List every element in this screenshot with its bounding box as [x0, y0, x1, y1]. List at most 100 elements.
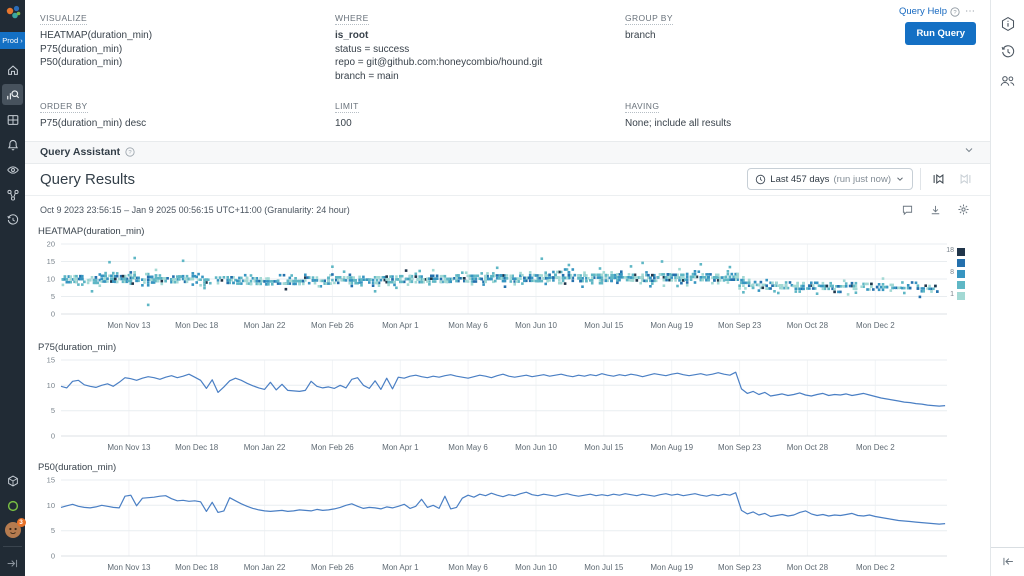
svg-text:Mon Jul 15: Mon Jul 15 [584, 563, 624, 572]
query-back-icon[interactable] [928, 169, 948, 189]
visualize-item[interactable]: HEATMAP(duration_min) [40, 29, 335, 43]
page-title: Query Results [40, 171, 135, 188]
p75-plot[interactable]: 051015Mon Nov 13Mon Dec 18Mon Jan 22Mon … [33, 354, 990, 456]
svg-text:15: 15 [47, 476, 55, 485]
visualize-item[interactable]: P50(duration_min) [40, 56, 335, 70]
svg-text:Mon Jan 22: Mon Jan 22 [244, 443, 286, 452]
group-by-clause[interactable]: GROUP BY branch [625, 8, 974, 83]
chart-title: P50(duration_min) [38, 462, 990, 473]
svg-text:18: 18 [946, 247, 954, 254]
svg-text:Mon Nov 13: Mon Nov 13 [107, 321, 151, 330]
gear-icon[interactable] [957, 203, 970, 216]
svg-text:Mon Apr 1: Mon Apr 1 [382, 563, 419, 572]
svg-text:Mon Sep 23: Mon Sep 23 [718, 563, 762, 572]
svg-text:Mon Feb 26: Mon Feb 26 [311, 443, 354, 452]
run-query-button[interactable]: Run Query [905, 22, 976, 45]
honeycomb-logo-icon[interactable] [0, 0, 25, 26]
where-label: WHERE [335, 13, 369, 25]
svg-text:Mon Sep 23: Mon Sep 23 [718, 321, 762, 330]
svg-text:20: 20 [47, 240, 55, 249]
clock-icon [755, 174, 766, 185]
svg-text:10: 10 [47, 381, 55, 390]
query-assistant-label: Query Assistant [40, 146, 120, 158]
main-content: VISUALIZE HEATMAP(duration_min) P75(dura… [25, 0, 990, 576]
time-range-note: (run just now) [833, 174, 891, 185]
time-range-label: Last 457 days [770, 174, 829, 185]
where-item[interactable]: is_root [335, 29, 625, 43]
sidebar-item-history[interactable] [2, 209, 23, 230]
chevron-down-icon[interactable] [963, 143, 975, 161]
team-icon[interactable] [997, 69, 1019, 91]
sidebar-item-alerts[interactable] [2, 134, 23, 155]
limit-label: LIMIT [335, 101, 359, 113]
status-ring-icon[interactable] [2, 495, 23, 516]
svg-text:Mon Oct 28: Mon Oct 28 [787, 443, 829, 452]
where-clause[interactable]: WHERE is_root status = success repo = gi… [335, 8, 625, 83]
svg-text:Mon Dec 18: Mon Dec 18 [175, 443, 219, 452]
query-history-icon[interactable] [997, 41, 1019, 63]
sidebar-item-packages[interactable] [2, 470, 23, 491]
help-circle-icon: ? [125, 147, 135, 157]
time-range-selector[interactable]: Last 457 days (run just now) [747, 168, 913, 190]
query-forward-icon[interactable] [955, 169, 975, 189]
collapse-panel-icon[interactable] [997, 551, 1019, 573]
environment-selector[interactable]: Prod › [0, 32, 25, 49]
p50-line-chart[interactable]: P50(duration_min) 051015Mon Nov 13Mon De… [33, 462, 990, 576]
where-item[interactable]: branch = main [335, 70, 625, 84]
svg-text:Mon Feb 26: Mon Feb 26 [311, 321, 354, 330]
svg-text:Mon Dec 2: Mon Dec 2 [856, 563, 895, 572]
visualize-label: VISUALIZE [40, 13, 87, 25]
heatmap-plot[interactable]: 05101520Mon Nov 13Mon Dec 18Mon Jan 22Mo… [33, 238, 990, 336]
app-window: Prod › [0, 0, 1024, 576]
svg-text:Mon Jul 15: Mon Jul 15 [584, 321, 624, 330]
p75-line-chart[interactable]: P75(duration_min) 051015Mon Nov 13Mon De… [33, 342, 990, 456]
chart-title: P75(duration_min) [38, 342, 990, 353]
limit-item[interactable]: 100 [335, 117, 625, 131]
right-panel-rail [990, 0, 1024, 576]
sidebar-item-boards[interactable] [2, 109, 23, 130]
sidebar-item-query[interactable] [2, 84, 23, 105]
order-by-clause[interactable]: ORDER BY P75(duration_min) desc [40, 96, 335, 131]
sidebar-item-home[interactable] [2, 59, 23, 80]
svg-text:Mon Nov 13: Mon Nov 13 [107, 563, 151, 572]
svg-text:Mon Oct 28: Mon Oct 28 [787, 563, 829, 572]
download-icon[interactable] [929, 204, 942, 216]
order-by-label: ORDER BY [40, 101, 88, 113]
svg-text:15: 15 [47, 257, 55, 266]
help-circle-icon: ? [950, 7, 960, 17]
query-builder: VISUALIZE HEATMAP(duration_min) P75(dura… [25, 0, 990, 141]
svg-text:8: 8 [950, 269, 954, 276]
svg-text:Mon Aug 19: Mon Aug 19 [650, 563, 693, 572]
overflow-menu-icon[interactable]: ⋯ [965, 6, 976, 17]
svg-text:Mon Aug 19: Mon Aug 19 [650, 321, 693, 330]
heatmap-chart[interactable]: HEATMAP(duration_min) 05101520Mon Nov 13… [33, 226, 990, 336]
visualize-item[interactable]: P75(duration_min) [40, 43, 335, 57]
collapse-rail-icon[interactable] [2, 553, 23, 574]
svg-text:0: 0 [51, 432, 55, 441]
sidebar-item-connections[interactable] [2, 184, 23, 205]
svg-text:Mon Jun 10: Mon Jun 10 [515, 563, 557, 572]
order-by-item[interactable]: P75(duration_min) desc [40, 117, 335, 131]
comment-icon[interactable] [901, 204, 914, 216]
svg-text:Mon Dec 18: Mon Dec 18 [175, 321, 219, 330]
having-clause[interactable]: HAVING None; include all results [625, 96, 974, 131]
svg-text:5: 5 [51, 526, 55, 535]
having-label: HAVING [625, 101, 659, 113]
having-item[interactable]: None; include all results [625, 117, 974, 131]
date-range-text: Oct 9 2023 23:56:15 – Jan 9 2025 00:56:1… [40, 205, 350, 215]
svg-text:Mon Dec 2: Mon Dec 2 [856, 443, 895, 452]
query-help-link[interactable]: Query Help ? [899, 6, 960, 17]
results-header: Query Results Last 457 days (run just no… [25, 164, 990, 196]
visualize-clause[interactable]: VISUALIZE HEATMAP(duration_min) P75(dura… [40, 8, 335, 83]
svg-text:Mon Jun 10: Mon Jun 10 [515, 443, 557, 452]
chevron-down-icon [895, 174, 905, 184]
where-item[interactable]: repo = git@github.com:honeycombio/hound.… [335, 56, 625, 70]
sidebar-item-slos[interactable] [2, 159, 23, 180]
user-avatar[interactable]: 3 [4, 521, 22, 539]
p50-plot[interactable]: 051015Mon Nov 13Mon Dec 18Mon Jan 22Mon … [33, 474, 990, 576]
where-item[interactable]: status = success [335, 43, 625, 57]
group-by-label: GROUP BY [625, 13, 673, 25]
details-info-icon[interactable] [997, 13, 1019, 35]
limit-clause[interactable]: LIMIT 100 [335, 96, 625, 131]
query-assistant-bar[interactable]: Query Assistant ? [25, 141, 990, 164]
